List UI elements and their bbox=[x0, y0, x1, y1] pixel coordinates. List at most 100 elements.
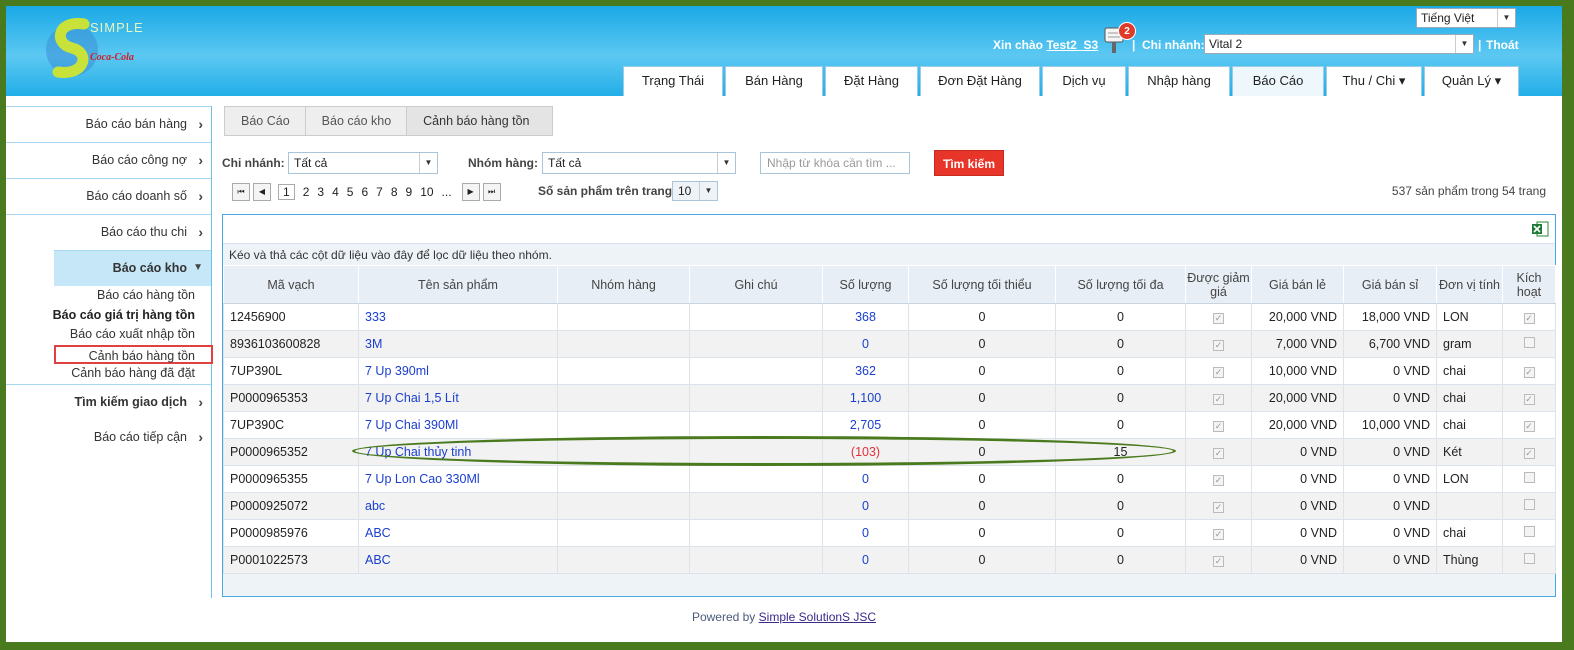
sidebar-item-revenue-report[interactable]: Báo cáo doanh số › bbox=[6, 178, 211, 214]
product-name-link[interactable]: 333 bbox=[358, 303, 558, 331]
page-number[interactable]: 9 bbox=[406, 185, 413, 199]
product-name-link[interactable]: abc bbox=[358, 492, 558, 520]
note-cell bbox=[689, 492, 823, 520]
group-drop-hint[interactable]: Kéo và thả các cột dữ liệu vào đây để lọ… bbox=[223, 243, 1555, 265]
quantity-link[interactable]: 0 bbox=[822, 492, 909, 520]
page-number[interactable]: 5 bbox=[347, 185, 354, 199]
column-header[interactable]: Tên sản phẩm bbox=[358, 265, 558, 304]
search-button[interactable]: Tìm kiếm bbox=[934, 150, 1004, 176]
page-number[interactable]: 7 bbox=[376, 185, 383, 199]
group-filter-select[interactable]: Tất cả ▼ bbox=[542, 152, 736, 174]
per-page-value: 10 bbox=[678, 184, 692, 198]
next-page-icon[interactable]: ▶ bbox=[461, 183, 480, 201]
column-header[interactable]: Số lượng tối thiểu bbox=[908, 265, 1056, 304]
quantity-link[interactable]: 368 bbox=[822, 303, 909, 331]
footer-link[interactable]: Simple SolutionS JSC bbox=[759, 610, 876, 624]
table-row[interactable]: P0001022573 ABC 0 0 0 ✓ 0 VND 0 VND Thùng bbox=[223, 546, 1556, 574]
page-number[interactable]: 6 bbox=[361, 185, 368, 199]
sidebar-subitem-stock-alert[interactable]: Cảnh báo hàng tồn bbox=[54, 344, 213, 364]
branch-select[interactable]: Vital 2 ▼ bbox=[1204, 34, 1474, 54]
table-row[interactable]: 8936103600828 3M 0 0 0 ✓ 7,000 VND 6,700 VND gra… bbox=[223, 330, 1556, 358]
product-name-link[interactable]: 7 Up Chai 390Ml bbox=[358, 411, 558, 439]
sidebar-item-debt-report[interactable]: Báo cáo công nợ › bbox=[6, 142, 211, 178]
product-name-link[interactable]: ABC bbox=[358, 546, 558, 574]
quantity-link[interactable]: 1,100 bbox=[822, 384, 909, 412]
branch-filter-select[interactable]: Tất cả ▼ bbox=[288, 152, 438, 174]
sidebar-item-label: Báo cáo doanh số bbox=[86, 189, 187, 203]
prev-page-icon[interactable]: ◀ bbox=[253, 183, 271, 201]
table-row[interactable]: 7UP390C 7 Up Chai 390Ml 2,705 0 0 ✓ 20,000 VND… bbox=[223, 411, 1556, 439]
column-header[interactable]: Số lượng bbox=[822, 265, 909, 304]
product-name-link[interactable]: 7 Up 390ml bbox=[358, 357, 558, 385]
per-page-select[interactable]: 10 ▼ bbox=[672, 181, 718, 201]
excel-export-icon[interactable] bbox=[1531, 221, 1549, 237]
breadcrumb-item[interactable]: Báo cáo kho bbox=[304, 106, 415, 136]
tab-status[interactable]: Trạng Thái bbox=[623, 66, 723, 96]
column-header[interactable]: Số lượng tối đa bbox=[1055, 265, 1186, 304]
column-header[interactable]: Kích hoạt bbox=[1502, 265, 1556, 304]
active-checkbox: ✓ bbox=[1523, 448, 1535, 459]
column-header[interactable]: Giá bán lẻ bbox=[1251, 265, 1344, 304]
max-qty-cell: 0 bbox=[1055, 411, 1186, 439]
sidebar-subitem-order-alert[interactable]: Cảnh báo hàng đã đặt bbox=[6, 364, 211, 384]
column-header[interactable]: Ghi chú bbox=[689, 265, 823, 304]
last-page-icon[interactable]: ⏭ bbox=[482, 183, 501, 201]
tab-services[interactable]: Dịch vụ bbox=[1042, 66, 1126, 96]
page-number[interactable]: 1 bbox=[278, 184, 295, 200]
tab-management[interactable]: Quản Lý ▾ bbox=[1424, 66, 1519, 96]
sidebar-subitem-stock[interactable]: Báo cáo hàng tồn bbox=[6, 286, 211, 306]
table-row[interactable]: 12456900 333 368 0 0 ✓ 20,000 VND 18,000 VND LON… bbox=[223, 303, 1556, 331]
column-header[interactable]: Mã vạch bbox=[223, 265, 359, 304]
table-row[interactable]: 7UP390L 7 Up 390ml 362 0 0 ✓ 10,000 VND 0 VND ch… bbox=[223, 357, 1556, 385]
first-page-icon[interactable]: ⏮ bbox=[232, 183, 250, 201]
tab-order[interactable]: Đặt Hàng bbox=[825, 66, 918, 96]
tab-import[interactable]: Nhập hàng bbox=[1128, 66, 1230, 96]
sidebar-subitem-import-export[interactable]: Báo cáo xuất nhập tồn bbox=[6, 325, 211, 345]
column-header[interactable]: Giá bán sỉ bbox=[1343, 265, 1437, 304]
sidebar-subitem-stock-value[interactable]: Báo cáo giá trị hàng tồn bbox=[6, 306, 211, 326]
sidebar-item-transaction-search[interactable]: Tìm kiếm giao dịch › bbox=[6, 383, 211, 420]
sidebar-item-warehouse-report[interactable]: Báo cáo kho ▼ bbox=[54, 250, 211, 286]
page-number[interactable]: 8 bbox=[391, 185, 398, 199]
sidebar-item-sales-report[interactable]: Báo cáo bán hàng › bbox=[6, 106, 211, 142]
header-row: Mã vạch Tên sản phẩm Nhóm hàng Ghi chú S… bbox=[223, 265, 1556, 304]
table-row[interactable]: P0000965355 7 Up Lon Cao 330Ml 0 0 0 ✓ 0 VND 0 … bbox=[223, 465, 1556, 493]
active-checkbox bbox=[1523, 526, 1535, 537]
product-name-link[interactable]: ABC bbox=[358, 519, 558, 547]
quantity-link[interactable]: 0 bbox=[822, 519, 909, 547]
product-name-link[interactable]: 7 Up Lon Cao 330Ml bbox=[358, 465, 558, 493]
breadcrumb-item[interactable]: Báo Cáo bbox=[224, 106, 313, 136]
table-row[interactable]: P0000985976 ABC 0 0 0 ✓ 0 VND 0 VND chai bbox=[223, 519, 1556, 547]
quantity-link[interactable]: 2,705 bbox=[822, 411, 909, 439]
product-name-link[interactable]: 3M bbox=[358, 330, 558, 358]
column-header[interactable]: Được giảm giá bbox=[1185, 265, 1252, 304]
keyword-input[interactable]: Nhập từ khóa cần tìm ... bbox=[760, 152, 910, 174]
quantity-link[interactable]: 0 bbox=[822, 465, 909, 493]
page-number[interactable]: 2 bbox=[303, 185, 310, 199]
quantity-link[interactable]: 0 bbox=[822, 546, 909, 574]
active-checkbox: ✓ bbox=[1523, 394, 1535, 405]
user-link[interactable]: Test2_S3 bbox=[1046, 38, 1098, 52]
page-number[interactable]: 4 bbox=[332, 185, 339, 199]
table-row[interactable]: P0000925072 abc 0 0 0 ✓ 0 VND 0 VND bbox=[223, 492, 1556, 520]
tab-income-expense[interactable]: Thu / Chi ▾ bbox=[1326, 66, 1422, 96]
quantity-link[interactable]: 362 bbox=[822, 357, 909, 385]
quantity-link[interactable]: 0 bbox=[822, 330, 909, 358]
sidebar-item-reach-report[interactable]: Báo cáo tiếp cận › bbox=[6, 420, 211, 456]
sidebar-item-income-report[interactable]: Báo cáo thu chi › bbox=[6, 214, 211, 250]
tab-order-list[interactable]: Đơn Đặt Hàng bbox=[920, 66, 1040, 96]
tab-sales[interactable]: Bán Hàng bbox=[725, 66, 823, 96]
page-number[interactable]: 10 bbox=[420, 185, 433, 199]
column-header[interactable]: Nhóm hàng bbox=[557, 265, 690, 304]
language-select[interactable]: Tiếng Việt ▼ bbox=[1416, 8, 1516, 28]
logout-link[interactable]: Thoát bbox=[1486, 38, 1519, 52]
page-ellipsis[interactable]: ... bbox=[442, 185, 452, 199]
column-header[interactable]: Đơn vị tính bbox=[1436, 265, 1503, 304]
group-cell bbox=[557, 465, 690, 493]
table-row[interactable]: P0000965353 7 Up Chai 1,5 Lít 1,100 0 0 ✓ 20,0… bbox=[223, 384, 1556, 412]
unit-cell: gram bbox=[1436, 330, 1503, 358]
page-number[interactable]: 3 bbox=[317, 185, 324, 199]
tab-reports[interactable]: Báo Cáo bbox=[1232, 66, 1324, 96]
product-name-link[interactable]: 7 Up Chai 1,5 Lít bbox=[358, 384, 558, 412]
max-qty-cell: 0 bbox=[1055, 303, 1186, 331]
